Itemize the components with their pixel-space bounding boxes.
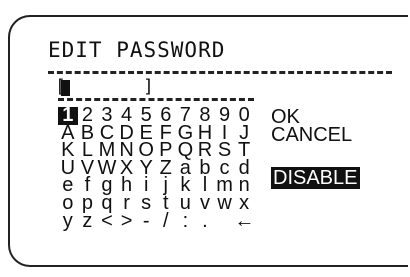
keyboard-row: y z < > - /:. ←: [58, 211, 255, 231]
password-slot-markers: [58, 98, 254, 101]
character-key[interactable]: y: [58, 211, 78, 231]
backspace-key[interactable]: ←: [234, 211, 254, 231]
character-key[interactable]: <: [97, 211, 117, 231]
screen-title: EDIT PASSWORD: [48, 38, 226, 62]
character-key[interactable]: z: [78, 211, 98, 231]
character-keyboard: 1234567890ABCDEFGHIJKLMNOPQRSTUVWXYZabcd…: [58, 105, 255, 231]
disable-option[interactable]: DISABLE: [271, 167, 361, 189]
character-key[interactable]: -: [136, 211, 156, 231]
character-key[interactable]: :: [176, 211, 196, 231]
entry-cursor: [61, 80, 70, 96]
character-key[interactable]: >: [117, 211, 137, 231]
character-key[interactable]: .: [195, 211, 215, 231]
character-key[interactable]: w: [215, 193, 235, 213]
title-divider: [48, 71, 392, 74]
blank-key[interactable]: [215, 213, 235, 231]
character-key[interactable]: /: [156, 211, 176, 231]
password-entry-close-bracket: ]: [143, 76, 154, 97]
cancel-option[interactable]: CANCEL: [271, 125, 352, 145]
